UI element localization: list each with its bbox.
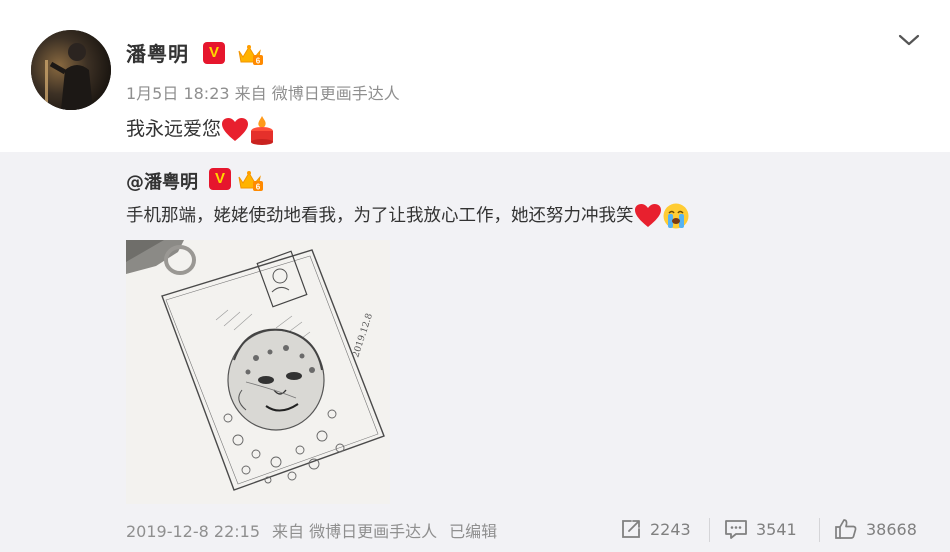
post-content: 我永远爱您 <box>126 114 275 145</box>
repost-timestamp[interactable]: 2019-12-8 22:15 <box>126 522 260 541</box>
heart-emoji <box>222 117 249 141</box>
edited-label[interactable]: 已编辑 <box>449 522 497 541</box>
verified-v-icon[interactable]: V <box>203 42 225 64</box>
chevron-down-icon[interactable] <box>896 30 922 50</box>
divider <box>819 518 820 542</box>
vip-crown-icon[interactable]: 6 <box>236 42 264 66</box>
avatar[interactable] <box>31 30 111 110</box>
repost-source[interactable]: 来自 微博日更画手达人 <box>272 522 437 541</box>
post-text: 我永远爱您 <box>126 118 222 140</box>
repost-card[interactable]: @潘粤明 V 6 手机那端，姥姥使劲地看我，为了让我放心工作，她还努力冲我笑 2… <box>0 152 950 552</box>
divider <box>709 518 710 542</box>
repost-image[interactable]: 2019.12.8 <box>126 240 390 504</box>
share-icon <box>622 520 640 538</box>
vip-crown-icon[interactable]: 6 <box>236 168 264 192</box>
like-icon <box>835 519 857 539</box>
comment-icon <box>725 520 747 539</box>
repost-text: 手机那端，姥姥使劲地看我，为了让我放心工作，她还努力冲我笑 <box>126 206 634 226</box>
verified-v-icon[interactable]: V <box>209 168 231 190</box>
like-count: 38668 <box>866 519 917 539</box>
svg-text:6: 6 <box>256 57 261 66</box>
post-meta: 1月5日 18:23 来自 微博日更画手达人 <box>126 84 400 103</box>
repost-meta: 2019-12-8 22:15 来自 微博日更画手达人 已编辑 <box>126 518 497 542</box>
repost-author[interactable]: @潘粤明 <box>126 168 198 194</box>
author-name[interactable]: 潘粤明 <box>126 38 189 67</box>
comment-count: 3541 <box>756 519 797 539</box>
share-button[interactable]: 2243 <box>620 516 691 542</box>
share-count: 2243 <box>650 519 691 539</box>
svg-text:6: 6 <box>256 183 261 192</box>
heart-emoji <box>634 204 661 227</box>
repost-text-row: 手机那端，姥姥使劲地看我，为了让我放心工作，她还努力冲我笑 <box>126 202 690 230</box>
crying-emoji <box>663 203 688 229</box>
candle-emoji <box>251 115 274 145</box>
comment-button[interactable]: 3541 <box>724 516 797 542</box>
like-button[interactable]: 38668 <box>834 516 917 542</box>
